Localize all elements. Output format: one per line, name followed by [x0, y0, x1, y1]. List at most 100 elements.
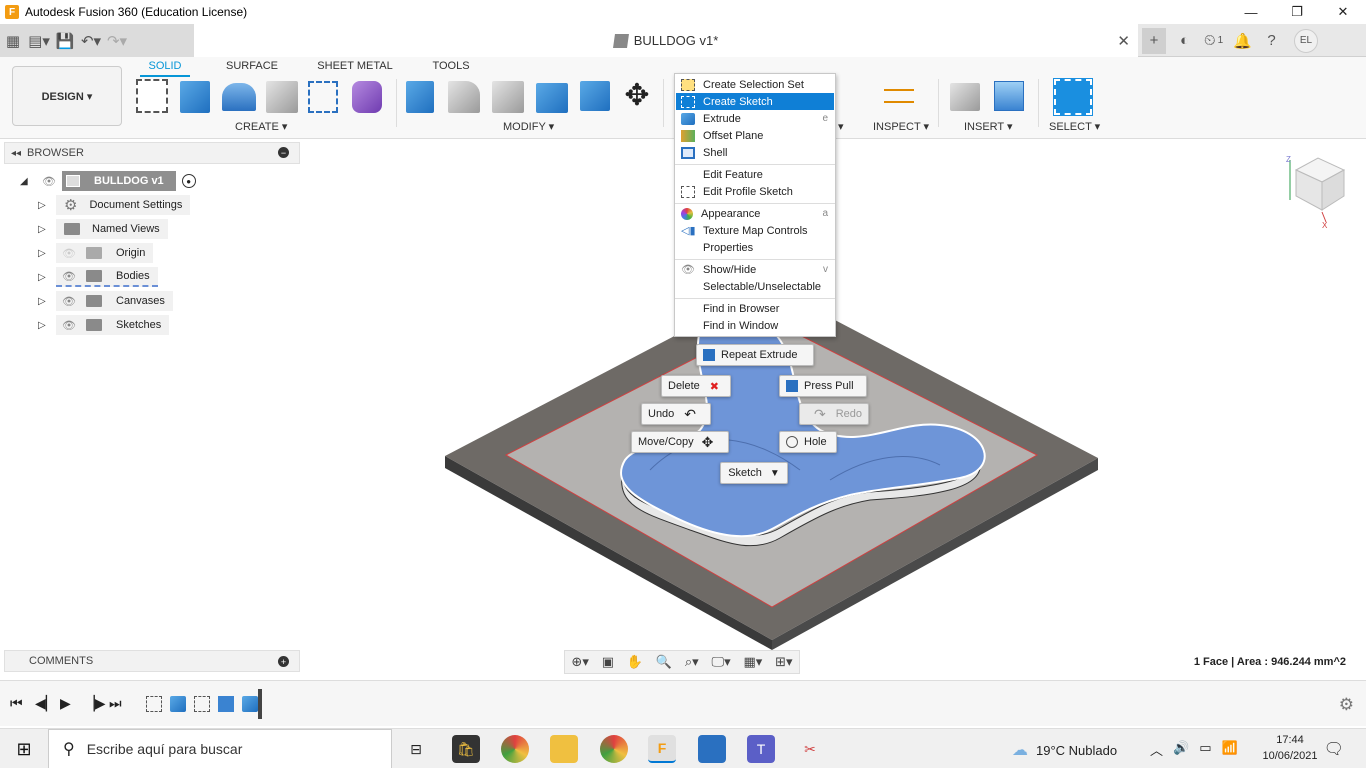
hole-tool-icon[interactable]: [266, 81, 298, 113]
menu-item-create-sketch[interactable]: Create Sketch: [676, 93, 834, 110]
insert-canvas-tool-icon[interactable]: [994, 81, 1024, 111]
go-to-end-icon[interactable]: ⏭: [109, 695, 122, 712]
insert-derive-tool-icon[interactable]: [950, 83, 980, 111]
menu-item-selectable-unselectable[interactable]: Selectable/Unselectable: [676, 278, 834, 295]
expand-triangle-icon[interactable]: ▷: [38, 296, 48, 307]
visibility-eye-icon[interactable]: 👁: [60, 319, 78, 332]
assemble-group-menu-caret[interactable]: ▾: [838, 120, 844, 133]
visibility-eye-icon[interactable]: 👁: [60, 295, 78, 308]
browser-root-row[interactable]: ◢ 👁 BULLDOG v1 ●: [20, 170, 196, 192]
expand-triangle-icon[interactable]: ▷: [38, 272, 48, 283]
chrome-profile-icon[interactable]: [600, 735, 628, 763]
create-sketch-tool-icon[interactable]: [136, 79, 168, 113]
inspect-group-menu[interactable]: INSPECT ▾: [873, 120, 929, 133]
timeline-sketch-icon[interactable]: [194, 696, 210, 712]
browser-item-sketches[interactable]: ▷ 👁 Sketches: [38, 314, 170, 336]
collapse-browser-icon[interactable]: −: [278, 147, 289, 158]
sketch-dropdown-button[interactable]: Sketch ▼: [720, 462, 788, 484]
store-icon[interactable]: 🛍: [452, 735, 480, 763]
timeline-extrude-icon[interactable]: [242, 696, 258, 712]
menu-item-edit-feature[interactable]: Edit Feature: [676, 166, 834, 183]
task-view-icon[interactable]: ⊟: [402, 735, 430, 763]
insert-group-menu[interactable]: INSERT ▾: [964, 120, 1013, 133]
clock[interactable]: 17:44 10/06/2021: [1262, 732, 1318, 764]
browser-item-named-views[interactable]: ▷ Named Views: [38, 218, 168, 240]
menu-item-offset-plane[interactable]: Offset Plane: [676, 127, 834, 144]
chamfer-tool-icon[interactable]: [492, 81, 524, 113]
browser-item-origin[interactable]: ▷ 👁 Origin: [38, 242, 154, 264]
timeline-canvas-icon[interactable]: [218, 696, 234, 712]
select-tool-icon[interactable]: [1053, 78, 1093, 116]
help-icon[interactable]: ?: [1257, 32, 1286, 49]
menu-item-extrude[interactable]: Extrude e: [676, 110, 834, 127]
expand-triangle-icon[interactable]: ◢: [20, 176, 30, 187]
gear-icon[interactable]: ⚙: [1339, 695, 1354, 715]
tab-solid[interactable]: SOLID: [140, 58, 190, 77]
visibility-eye-icon[interactable]: 👁: [60, 270, 78, 283]
tab-tools[interactable]: TOOLS: [428, 58, 474, 72]
menu-item-shell[interactable]: Shell: [676, 144, 834, 161]
combine-tool-icon[interactable]: [536, 83, 568, 113]
visibility-eye-icon[interactable]: 👁: [40, 175, 58, 188]
viewcube-icon[interactable]: Z X: [1286, 155, 1346, 230]
create-form-tool-icon[interactable]: [352, 81, 382, 113]
measure-tool-icon[interactable]: [884, 89, 914, 103]
browser-item-canvases[interactable]: ▷ 👁 Canvases: [38, 290, 173, 312]
pattern-tool-icon[interactable]: [308, 81, 338, 113]
job-status-icon[interactable]: ⏲ 1: [1199, 32, 1228, 49]
wifi-icon[interactable]: 📶: [1222, 740, 1238, 759]
menu-item-find-in-window[interactable]: Find in Window: [676, 317, 834, 334]
move-copy-tool-icon[interactable]: ✥: [620, 79, 654, 113]
fusion-taskbar-icon[interactable]: F: [648, 735, 676, 763]
menu-item-show-hide[interactable]: 👁 Show/Hide v: [676, 261, 834, 278]
tab-sheet-metal[interactable]: SHEET METAL: [316, 58, 394, 72]
extensions-icon[interactable]: ◐: [1170, 32, 1199, 49]
grid-icon[interactable]: ▦▾: [743, 654, 762, 670]
menu-item-appearance[interactable]: Appearance a: [676, 205, 834, 222]
chevron-up-icon[interactable]: ︿: [1150, 740, 1163, 759]
photos-icon[interactable]: [698, 735, 726, 763]
document-tab[interactable]: BULLDOG v1* ✕: [194, 24, 1138, 57]
browser-item-bodies[interactable]: ▷ 👁 Bodies: [38, 266, 158, 288]
offset-face-tool-icon[interactable]: [580, 81, 610, 111]
volume-icon[interactable]: 🔊: [1173, 740, 1189, 759]
data-panel-grid-icon[interactable]: ▦: [0, 28, 26, 54]
chrome-icon[interactable]: [501, 735, 529, 763]
step-back-icon[interactable]: ◀▏: [35, 695, 57, 712]
close-tab-icon[interactable]: ✕: [1117, 32, 1130, 50]
snipping-tool-icon[interactable]: ✂: [796, 735, 824, 763]
expand-triangle-icon[interactable]: ▷: [38, 320, 48, 331]
notifications-bell-icon[interactable]: 🔔: [1228, 32, 1257, 50]
file-explorer-icon[interactable]: [550, 735, 578, 763]
revolve-tool-icon[interactable]: [222, 83, 256, 111]
play-icon[interactable]: ▶: [60, 695, 71, 712]
notification-center-icon[interactable]: 🗨: [1324, 739, 1344, 759]
modify-group-menu[interactable]: MODIFY ▾: [503, 120, 554, 133]
menu-item-properties[interactable]: Properties: [676, 239, 834, 256]
teams-icon[interactable]: T: [747, 735, 775, 763]
new-tab-plus-icon[interactable]: +: [1142, 27, 1166, 54]
file-menu-icon[interactable]: ▤▾: [26, 28, 52, 54]
press-pull-tool-icon[interactable]: [406, 81, 434, 113]
pan-hand-icon[interactable]: ✋: [627, 654, 643, 670]
timeline-marker[interactable]: [258, 689, 262, 719]
timeline-extrude-icon[interactable]: [170, 696, 186, 712]
hole-button[interactable]: Hole: [779, 431, 837, 453]
undo-button[interactable]: Undo ↶: [641, 403, 711, 425]
redo-icon[interactable]: ↷▾: [104, 28, 130, 54]
fit-icon[interactable]: ⌕▾: [685, 654, 699, 670]
user-avatar[interactable]: EL: [1294, 28, 1318, 53]
undo-icon[interactable]: ↶▾: [78, 28, 104, 54]
collapse-panel-icon[interactable]: ◂◂: [11, 148, 21, 159]
add-comment-icon[interactable]: +: [278, 656, 289, 667]
go-to-start-icon[interactable]: ⏮: [10, 695, 23, 712]
taskbar-search-box[interactable]: ⚲ Escribe aquí para buscar: [48, 729, 392, 768]
zoom-icon[interactable]: 🔍: [656, 654, 672, 670]
delete-button[interactable]: Delete ✖: [661, 375, 731, 397]
menu-item-edit-profile-sketch[interactable]: Edit Profile Sketch: [676, 183, 834, 200]
look-at-icon[interactable]: ▣: [602, 654, 614, 670]
display-settings-icon[interactable]: 🖵▾: [712, 654, 731, 670]
minimize-button[interactable]: —: [1228, 0, 1274, 24]
maximize-button[interactable]: ❐: [1274, 0, 1320, 24]
weather-widget[interactable]: ☁ 19°C Nublado: [1012, 740, 1117, 760]
